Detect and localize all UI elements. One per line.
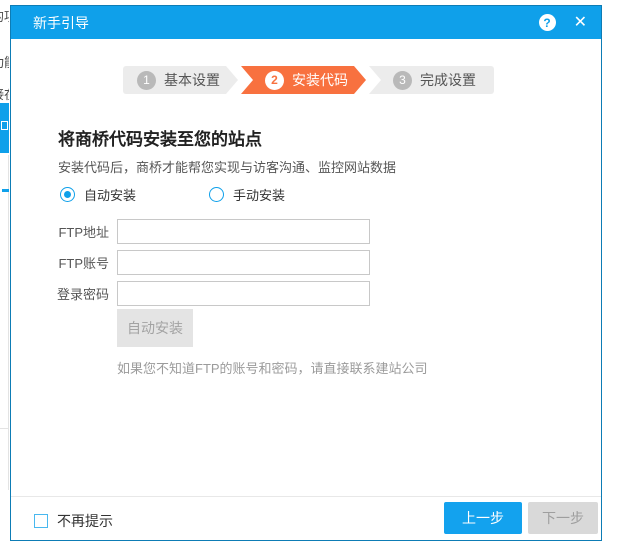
footer-divider	[11, 496, 601, 497]
step-finish-settings: 3 完成设置	[369, 66, 494, 94]
close-icon[interactable]: ✕	[574, 15, 587, 31]
bg-sidebar-active-item	[0, 103, 9, 153]
newbie-guide-dialog: 新手引导 ? ✕ 1 基本设置 2 安装代码 3 完成设置 将商桥代码安装至您的…	[10, 5, 602, 541]
dont-remind-checkbox[interactable]: 不再提示	[34, 511, 113, 531]
ftp-address-label: FTP地址	[51, 222, 109, 241]
radio-unselected-icon	[209, 187, 224, 202]
step-label: 基本设置	[164, 70, 220, 90]
prev-step-button[interactable]: 上一步	[444, 502, 522, 534]
ftp-hint-text: 如果您不知道FTP的账号和密码，请直接联系建站公司	[117, 358, 428, 377]
wizard-steps: 1 基本设置 2 安装代码 3 完成设置	[123, 66, 494, 94]
ftp-account-label: FTP账号	[51, 253, 109, 272]
page-title: 将商桥代码安装至您的站点	[58, 125, 262, 150]
step-number: 3	[393, 71, 412, 90]
radio-auto-install[interactable]: 自动安装	[60, 185, 136, 204]
bg-divider	[8, 155, 9, 490]
step-number: 2	[265, 71, 284, 90]
radio-manual-install[interactable]: 手动安装	[209, 185, 285, 204]
page-description: 安装代码后，商桥才能帮您实现与访客沟通、监控网站数据	[58, 157, 396, 176]
step-label: 安装代码	[292, 70, 348, 90]
bg-text-fragment: 功能	[0, 52, 9, 71]
dialog-title: 新手引导	[33, 13, 539, 33]
next-step-button[interactable]: 下一步	[528, 502, 598, 534]
checkbox-label: 不再提示	[57, 511, 113, 531]
install-mode-radios: 自动安装 手动安装	[60, 185, 285, 204]
bg-text-fragment: 接在	[0, 84, 9, 103]
step-basic-settings: 1 基本设置	[123, 66, 238, 94]
auto-install-button[interactable]: 自动安装	[117, 309, 193, 347]
bg-tab-indicator	[2, 189, 9, 192]
login-password-input[interactable]	[117, 281, 370, 306]
radio-selected-icon	[60, 187, 75, 202]
step-install-code: 2 安装代码	[241, 66, 366, 94]
login-password-label: 登录密码	[51, 284, 109, 303]
bg-divider	[0, 428, 8, 429]
ftp-address-row: FTP地址	[51, 219, 370, 244]
login-password-row: 登录密码	[51, 281, 370, 306]
checkbox-icon	[34, 514, 48, 528]
ftp-account-row: FTP账号	[51, 250, 370, 275]
bg-text-fragment: 的项	[0, 6, 9, 25]
step-label: 完成设置	[420, 70, 476, 90]
document-icon	[1, 121, 8, 130]
step-number: 1	[137, 71, 156, 90]
dialog-titlebar: 新手引导 ? ✕	[11, 6, 601, 39]
ftp-account-input[interactable]	[117, 250, 370, 275]
ftp-address-input[interactable]	[117, 219, 370, 244]
help-icon[interactable]: ?	[539, 14, 556, 31]
